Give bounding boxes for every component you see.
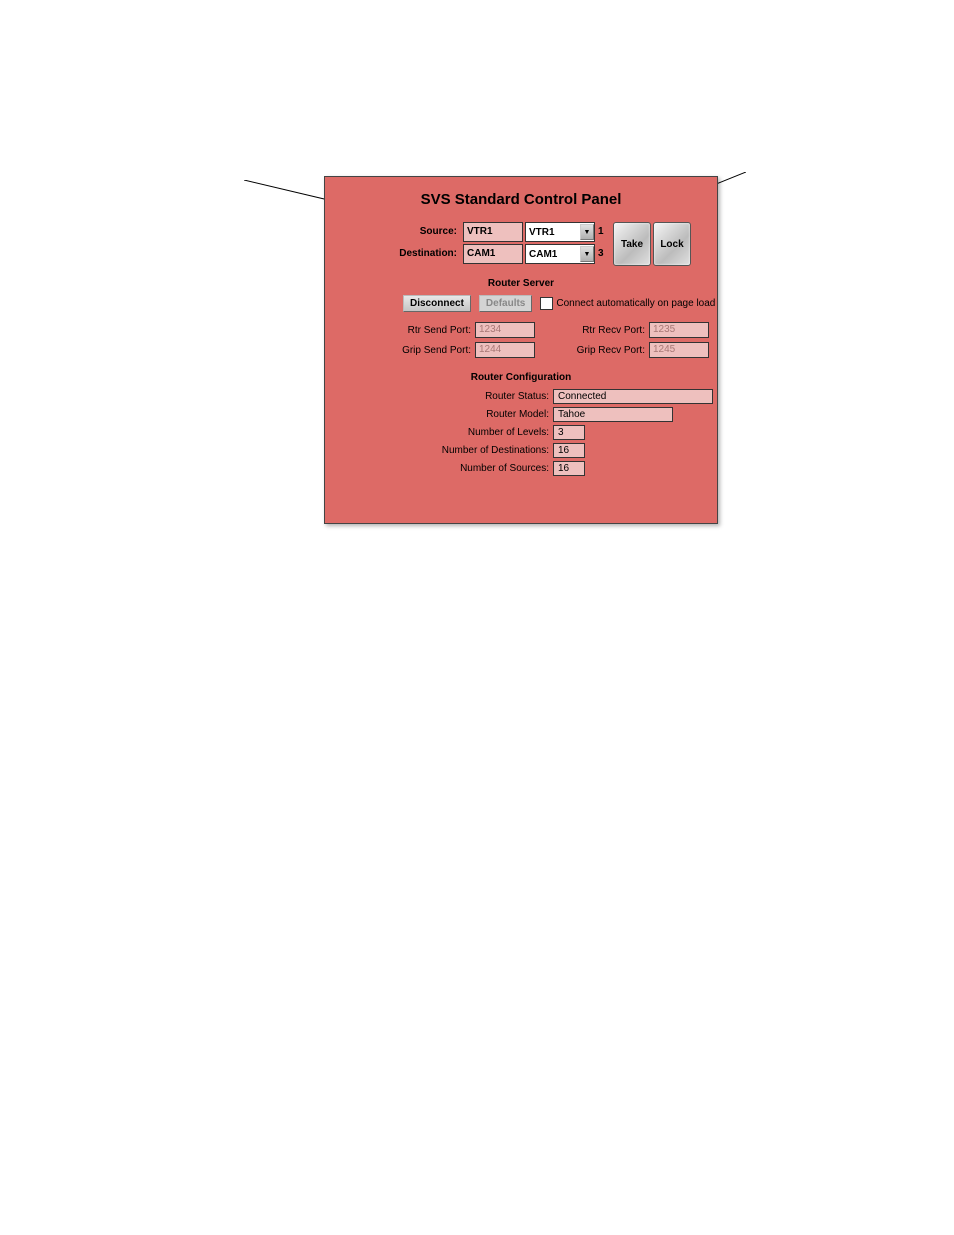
panel-title: SVS Standard Control Panel <box>325 191 717 208</box>
rtr-recv-label: Rtr Recv Port: <box>575 325 649 336</box>
num-destinations-value: 16 <box>553 443 585 458</box>
grip-recv-input[interactable]: 1245 <box>649 342 709 358</box>
ports-grid: Rtr Send Port: 1234 Rtr Recv Port: 1235 … <box>401 322 717 358</box>
control-panel: SVS Standard Control Panel Source: VTR1 … <box>324 176 718 524</box>
take-button[interactable]: Take <box>613 222 651 266</box>
router-server-heading: Router Server <box>325 278 717 289</box>
destination-label: Destination: <box>393 244 461 264</box>
lock-button[interactable]: Lock <box>653 222 691 266</box>
source-dest-grid: Source: VTR1 VTR1 ▼ 1 Take Lock Destinat… <box>393 222 717 264</box>
source-select[interactable]: VTR1 ▼ <box>525 222 595 242</box>
num-sources-label: Number of Sources: <box>423 461 553 477</box>
num-levels-value: 3 <box>553 425 585 440</box>
router-status-value: Connected <box>553 389 713 404</box>
chevron-down-icon[interactable]: ▼ <box>580 246 594 262</box>
grip-recv-label: Grip Recv Port: <box>575 345 649 356</box>
num-levels-label: Number of Levels: <box>423 425 553 441</box>
chevron-down-icon[interactable]: ▼ <box>580 224 594 240</box>
defaults-button[interactable]: Defaults <box>479 295 532 312</box>
source-label: Source: <box>393 222 461 242</box>
grip-send-label: Grip Send Port: <box>401 345 475 356</box>
router-config-grid: Router Status: Connected Router Model: T… <box>423 389 717 477</box>
source-number: 1 <box>597 222 611 242</box>
destination-input[interactable]: CAM1 <box>463 244 523 264</box>
auto-connect-checkbox[interactable] <box>540 297 553 310</box>
grip-send-input[interactable]: 1244 <box>475 342 535 358</box>
source-input[interactable]: VTR1 <box>463 222 523 242</box>
router-server-controls: Disconnect Defaults Connect automaticall… <box>403 295 717 312</box>
rtr-recv-input[interactable]: 1235 <box>649 322 709 338</box>
rtr-send-input[interactable]: 1234 <box>475 322 535 338</box>
source-select-value: VTR1 <box>526 227 580 238</box>
num-destinations-label: Number of Destinations: <box>423 443 553 459</box>
auto-connect-label: Connect automatically on page load <box>556 298 715 309</box>
destination-select[interactable]: CAM1 ▼ <box>525 244 595 264</box>
rtr-send-label: Rtr Send Port: <box>401 325 475 336</box>
router-status-label: Router Status: <box>423 389 553 405</box>
router-model-value: Tahoe <box>553 407 673 422</box>
destination-number: 3 <box>597 244 611 264</box>
router-config-heading: Router Configuration <box>325 372 717 383</box>
num-sources-value: 16 <box>553 461 585 476</box>
disconnect-button[interactable]: Disconnect <box>403 295 471 312</box>
destination-select-value: CAM1 <box>526 249 580 260</box>
router-model-label: Router Model: <box>423 407 553 423</box>
